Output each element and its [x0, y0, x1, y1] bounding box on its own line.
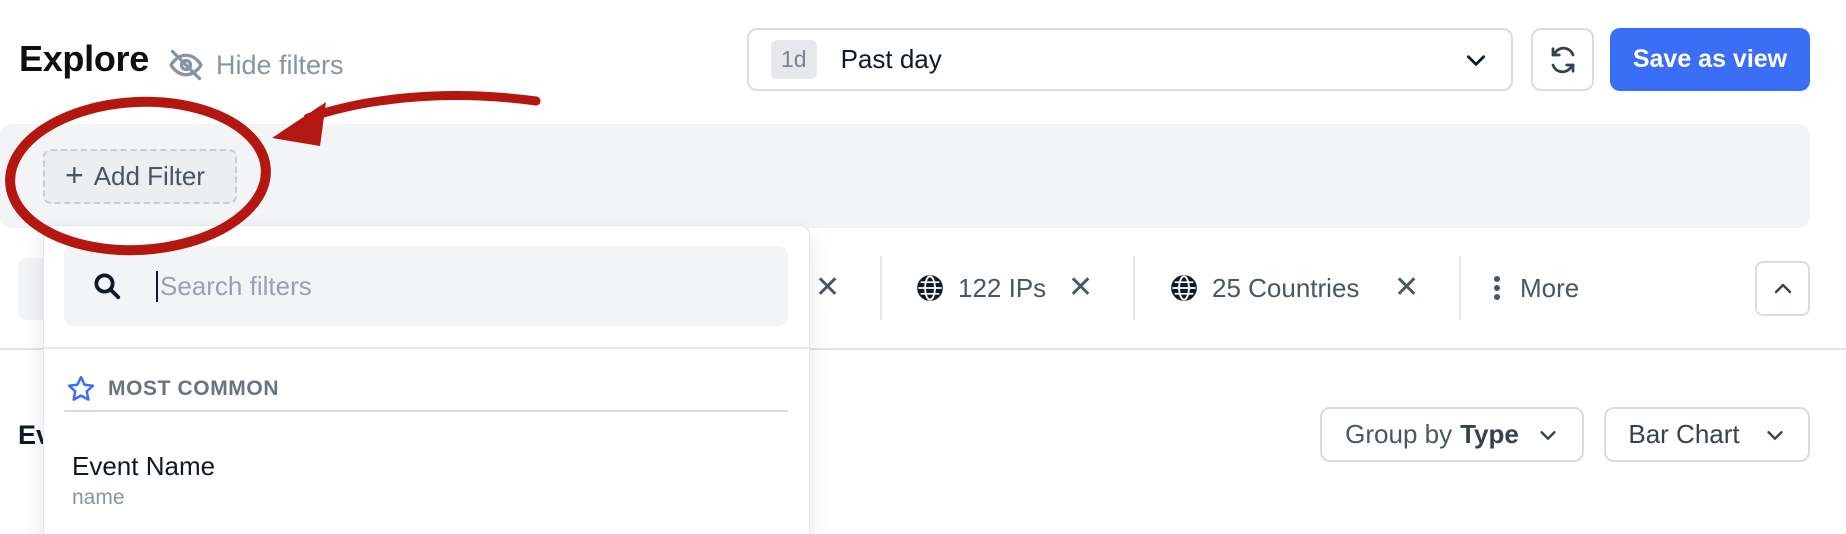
time-range-badge: 1d — [771, 40, 817, 79]
chevron-up-icon — [1774, 283, 1791, 293]
more-label: More — [1520, 272, 1580, 303]
chart-type-label: Bar Chart — [1628, 419, 1740, 449]
filter-chip-label: 122 IPs — [958, 272, 1047, 303]
search-box[interactable] — [64, 246, 788, 326]
more-filters-button[interactable]: More — [1492, 268, 1579, 308]
filter-dropdown: MOST COMMON Event Name name — [43, 225, 810, 534]
chip-divider — [880, 256, 882, 320]
chart-type-select[interactable]: Bar Chart — [1604, 407, 1810, 462]
globe-icon — [1171, 275, 1197, 301]
filter-chip-ips[interactable]: 122 IPs — [916, 268, 1046, 308]
filter-chip-countries[interactable]: 25 Countries — [1170, 268, 1359, 308]
time-range-select[interactable]: 1d Past day — [747, 28, 1513, 91]
refresh-icon — [1551, 46, 1574, 73]
close-icon[interactable]: ✕ — [1394, 270, 1419, 305]
refresh-button[interactable] — [1531, 28, 1594, 91]
chip-divider — [1133, 256, 1135, 320]
plus-icon: + — [65, 157, 84, 193]
section-divider — [64, 410, 788, 412]
filter-option-key: name — [72, 486, 125, 509]
filter-bar — [0, 124, 1810, 228]
group-by-select[interactable]: Group by Type — [1320, 407, 1584, 462]
add-filter-button[interactable]: + Add Filter — [43, 149, 237, 204]
chevron-down-icon — [1467, 54, 1485, 66]
star-icon — [67, 375, 95, 401]
annotation-arrow-shaft — [303, 91, 541, 123]
time-range-label: Past day — [840, 44, 942, 74]
close-icon[interactable]: ✕ — [815, 270, 840, 305]
close-icon[interactable]: ✕ — [1068, 270, 1093, 305]
search-icon — [94, 273, 121, 300]
section-title: MOST COMMON — [108, 377, 280, 400]
chevron-down-icon — [1540, 430, 1556, 440]
save-as-view-button[interactable]: Save as view — [1610, 28, 1810, 91]
panel-divider — [44, 347, 809, 349]
chip-divider — [1459, 256, 1461, 320]
page-title: Explore — [19, 38, 149, 79]
eye-off-icon — [169, 49, 203, 81]
collapse-filters-button[interactable] — [1755, 261, 1810, 316]
more-vertical-icon — [1494, 276, 1500, 300]
search-filters-input[interactable] — [156, 270, 716, 302]
filter-chip-label: 25 Countries — [1212, 272, 1360, 303]
chevron-down-icon — [1767, 430, 1783, 440]
globe-icon — [917, 275, 943, 301]
section-most-common: MOST COMMON — [66, 374, 279, 404]
hide-filters-button[interactable]: Hide filters — [168, 46, 344, 84]
hide-filters-label: Hide filters — [216, 49, 344, 80]
group-by-prefix: Group by — [1345, 419, 1453, 449]
add-filter-label: Add Filter — [93, 161, 205, 191]
group-by-value: Type — [1460, 419, 1519, 449]
filter-option-name[interactable]: Event Name — [72, 451, 215, 482]
